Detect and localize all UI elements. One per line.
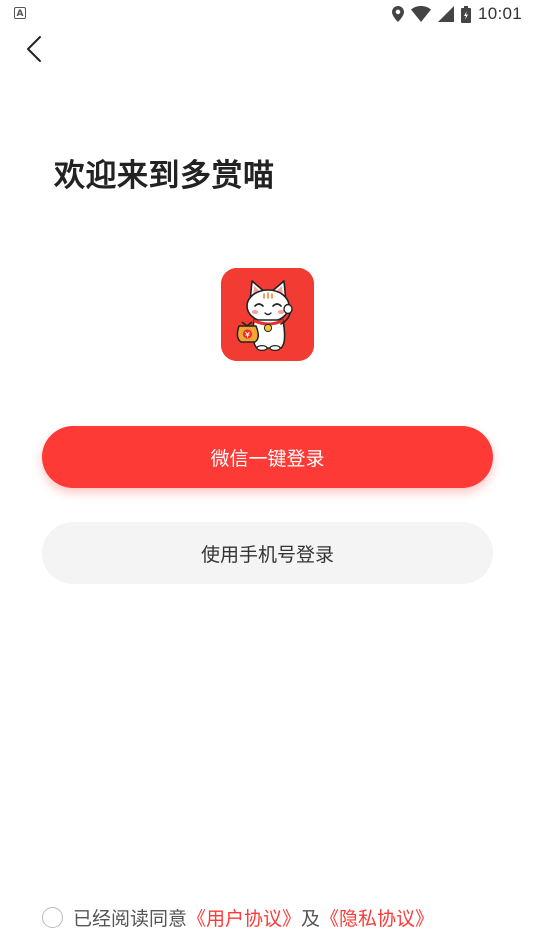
page-title: 欢迎来到多赏喵 xyxy=(54,158,275,194)
status-bar: A 10:01 xyxy=(0,0,534,28)
agreement-checkbox[interactable] xyxy=(42,907,63,928)
back-button[interactable] xyxy=(18,34,50,68)
privacy-agreement-link[interactable]: 《隐私协议》 xyxy=(320,904,434,931)
agreement-prefix: 已经阅读同意 xyxy=(73,908,188,930)
status-bar-right: 10:01 xyxy=(391,4,522,24)
notification-a-icon: A xyxy=(14,7,26,19)
wechat-login-button[interactable]: 微信一键登录 xyxy=(42,426,493,488)
agreement-conjunction: 及 xyxy=(301,908,321,930)
lucky-cat-logo xyxy=(221,268,314,361)
agreement-row: 已经阅读同意 《用户协议》 及 《隐私协议》 xyxy=(42,904,434,931)
wifi-icon xyxy=(410,6,431,22)
location-icon xyxy=(391,6,404,22)
cellular-signal-icon xyxy=(437,6,454,22)
battery-icon xyxy=(460,5,471,23)
chevron-left-icon xyxy=(26,35,42,67)
phone-login-button[interactable]: 使用手机号登录 xyxy=(42,522,493,584)
phone-login-label: 使用手机号登录 xyxy=(200,543,334,566)
user-agreement-link[interactable]: 《用户协议》 xyxy=(187,904,301,931)
app-logo xyxy=(221,268,314,361)
login-screen: A 10:01 欢迎来到多赏喵 微信一键登录 使用手机号登录 已经阅读同意 《用… xyxy=(0,0,534,950)
wechat-login-label: 微信一键登录 xyxy=(210,447,325,470)
status-time: 10:01 xyxy=(477,4,522,23)
